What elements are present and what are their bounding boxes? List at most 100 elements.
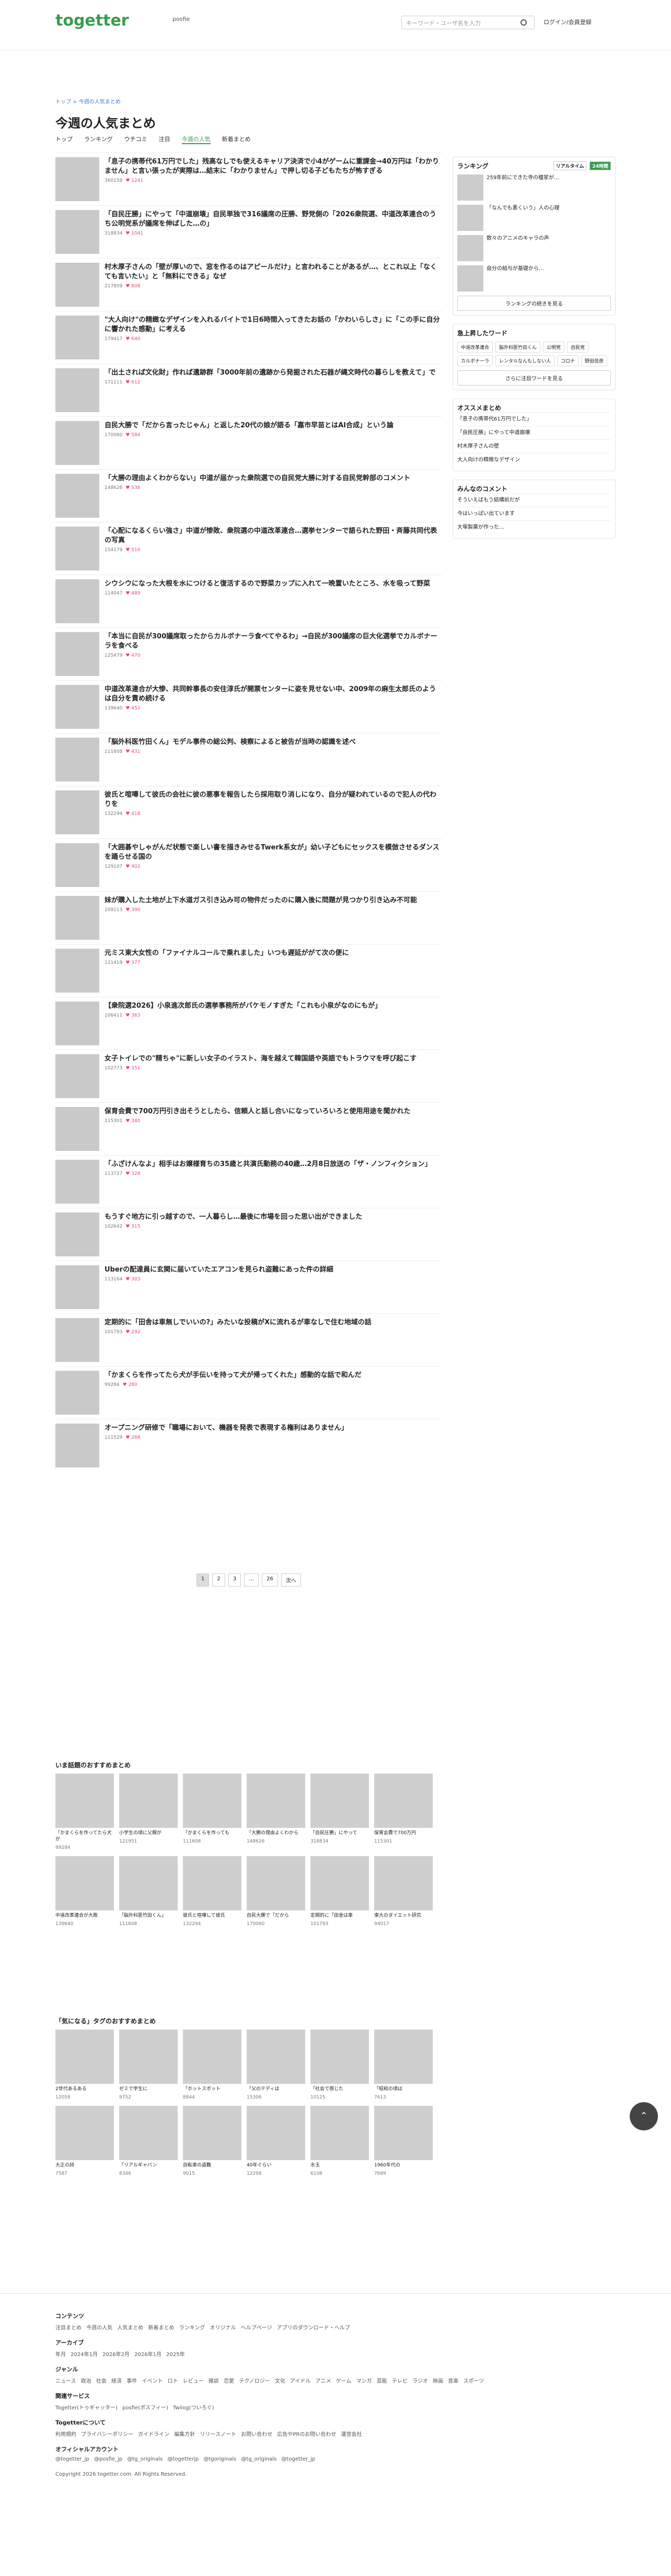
item-title[interactable]: 「かまくらを作ってたら犬が手伝いを持って犬が帰ってくれた」感動的な話で和んだ [105,1371,362,1380]
item-title[interactable]: 「ふざけんなよ」相手はお嬢様育ちの35歳と共演氏動務の40歳…2月8日放送の「ザ… [105,1160,432,1169]
ranking-item[interactable]: 「なんでも悪くいう」人の心理 [457,205,611,231]
item-title[interactable]: 元ミス東大女性の「ファイナルコールで乗れました」いつも遅延ががて次の便に [105,949,349,958]
comment-item[interactable]: 大塚製薬が作った… [457,520,611,534]
ranking-text[interactable]: 259年前にできた寺の檀家が… [487,174,559,201]
list-item[interactable]: シウシウになった大根を水につけると復活するので野菜カップに入れて一晩置いたところ… [55,575,442,627]
card-title[interactable]: 自転車の盗難 [183,2162,241,2169]
card-image[interactable] [183,2106,241,2160]
ranking-tab[interactable]: リアルタイム [553,161,587,170]
matome-card[interactable]: 「父のテディは 15306 [247,2030,305,2101]
list-item[interactable]: もうすぐ地方に引っ越すので、一人暮らし…最後に市場を回った思い出ができました 10… [55,1208,442,1261]
card-image[interactable] [55,1774,114,1828]
item-title[interactable]: 「本当に自民が300議席取ったからカルボナーラ食べてやるわ」→自民が300議席の… [105,632,442,651]
thumbnail[interactable] [55,316,99,359]
thumbnail[interactable] [55,157,99,201]
card-image[interactable] [310,2030,369,2084]
matome-card[interactable]: 自民大勝で「だから 170060 [247,1856,305,1927]
recommend-item[interactable]: 大人向けの精緻なデザイン [457,453,611,467]
word-tag[interactable]: カルボナーラ [457,355,493,366]
list-item[interactable]: 定期的に「田舎は車無しでいいの?」みたいな投稿がXに流れるが車なしで住む地域の話… [55,1313,442,1366]
breadcrumb[interactable]: トップ > 今週の人気まとめ [55,97,121,105]
item-title[interactable]: 「心配になるくらい強さ」中道が惨敗、衆院選の中道改革連合…選挙センターで語られた… [105,527,442,545]
thumbnail[interactable] [55,1054,99,1098]
matome-card[interactable]: ゼミで学生に 9752 [119,2030,178,2101]
list-item[interactable]: 彼氏と喧嘩して彼氏の会社に彼の悪事を報告したら採用取り消しになり、自分が疑われて… [55,786,442,838]
word-tag[interactable]: 野田佳彦 [581,355,608,366]
matome-card[interactable]: 「ホットスポット 8844 [183,2030,241,2101]
thumbnail[interactable] [55,210,99,254]
item-title[interactable]: 「大囲碁やしゃがんだ状態で楽しい書を描きみせるTwerk系女が」幼い子どもにセッ… [105,843,442,862]
thumbnail[interactable] [55,368,99,412]
list-item[interactable]: 女子トイレでの"精ちゃ"に新しい女子のイラスト、海を越えて韓国語や英語でもトラウ… [55,1050,442,1102]
ranking-more-button[interactable]: ランキングの続きを見る [457,296,611,311]
footer-links[interactable]: 年月 2024年1月 2026年2月 2026年1月 2025年 [55,2350,616,2358]
list-item[interactable]: 「息子の携帯代61万円でした」残高なしでも使えるキャリア決済で小4がゲームに重課… [55,153,442,205]
matome-card[interactable]: 「自民圧勝」にやって 318834 [310,1774,369,1851]
thumbnail[interactable] [55,1424,99,1467]
recommend-item[interactable]: 村木厚子さんの壁 [457,439,611,453]
thumbnail[interactable] [55,843,99,887]
card-title[interactable]: ゼミで学生に [119,2086,178,2092]
card-title[interactable]: 保育会費で700万円 [374,1830,433,1836]
item-title[interactable]: 「息子の携帯代61万円でした」残高なしでも使えるキャリア決済で小4がゲームに重課… [105,157,442,176]
card-title[interactable]: 定期的に「田舎は車 [310,1913,369,1919]
card-title[interactable]: 「自民圧勝」にやって [310,1830,369,1836]
ranking-item[interactable]: 自分の給与が基礎から… [457,265,611,292]
recommend-item[interactable]: 「息子の携帯代61万円でした」 [457,412,611,426]
item-title[interactable]: 「大勝の理由よくわからない」中道が届かった衆院選での自民党大勝に対する自民党幹部… [105,474,410,483]
thumbnail[interactable] [55,1107,99,1151]
footer-links[interactable]: Togetter(トゥギャッター) posfie(ポスフィー) Twilog(つ… [55,2403,616,2411]
footer-links[interactable]: @togetter_jp @posfie_jp @tg_originals @t… [55,2456,616,2462]
matome-card[interactable]: 保育会費で700万円 115301 [374,1774,433,1851]
page-link[interactable]: 26 [262,1573,278,1587]
card-title[interactable]: 大正の詩 [55,2162,114,2169]
thumbnail[interactable] [55,738,99,782]
matome-card[interactable]: 定期的に「田舎は車 101793 [310,1856,369,1927]
item-title[interactable]: シウシウになった大根を水につけると復活するので野菜カップに入れて一晩置いたところ… [105,579,430,589]
card-title[interactable]: 「大勝の理由よくわから [247,1830,305,1836]
thumbnail[interactable] [55,949,99,993]
card-title[interactable]: 「社会で感じた [310,2086,369,2092]
card-image[interactable] [247,1856,305,1910]
list-item[interactable]: 中道改革連合が大惨、共同幹事長の安住淳氏が開票センターに姿を見せない中、2009… [55,680,442,733]
card-image[interactable] [247,1774,305,1828]
word-tag[interactable]: 公明党 [543,342,565,353]
login-link[interactable]: ログイン/会員登録 [543,18,592,26]
card-image[interactable] [119,2106,178,2160]
togetter-logo[interactable]: togetter [55,11,129,30]
matome-card[interactable]: 大正の詩 7587 [55,2106,114,2177]
ranking-thumb[interactable] [457,265,483,292]
card-title[interactable]: 「脳外科医竹田くん」 [119,1913,178,1919]
thumbnail[interactable] [55,790,99,834]
list-item[interactable]: 妹が購入した土地が上下水道ガス引き込み可の物件だったのに購入後に問題が見つかり引… [55,891,442,944]
matome-card[interactable]: 40年ぐらい 12298 [247,2106,305,2177]
card-image[interactable] [310,1774,369,1828]
item-title[interactable]: オープニング研修で「職場において、機器を発表で表現する権利はありません」 [105,1424,348,1433]
posfie-link[interactable]: posfie [172,16,190,22]
matome-card[interactable]: 東大のダイエット研究 94017 [374,1856,433,1927]
card-title[interactable]: 2世代あるある [55,2086,114,2092]
item-title[interactable]: 「自民圧勝」にやって「中道崩壊」自民単独で316議席の圧勝、野党側の「2026衆… [105,210,442,229]
card-title[interactable]: 1960年代の [374,2162,433,2169]
card-title[interactable]: 「かまくらを作っても [183,1830,241,1836]
card-image[interactable] [55,2106,114,2160]
list-item[interactable]: 「自民圧勝」にやって「中道崩壊」自民単独で316議席の圧勝、野党側の「2026衆… [55,205,442,258]
matome-card[interactable]: 自転車の盗難 9015 [183,2106,241,2177]
card-image[interactable] [55,2030,114,2084]
list-item[interactable]: 「かまくらを作ってたら犬が手伝いを持って犬が帰ってくれた」感動的な話で和んだ 99… [55,1366,442,1419]
word-tag[interactable]: 自民党 [567,342,589,353]
matome-card[interactable]: 水玉 6108 [310,2106,369,2177]
card-title[interactable]: 「昭和の頃は [374,2086,433,2092]
search-input[interactable]: キーワード・ユーザ名を入力 [401,16,535,29]
card-title[interactable]: 彼氏と喧嘩して彼氏 [183,1913,241,1919]
item-title[interactable]: 【衆院選2026】小泉進次郎氏の選挙事務所がバケモノすぎた「これも小泉がなのにも… [105,1001,381,1011]
page-link[interactable]: 1 [196,1573,210,1587]
matome-card[interactable]: 「大勝の理由よくわから 148626 [247,1774,305,1851]
matome-card[interactable]: 1960年代の 7689 [374,2106,433,2177]
card-title[interactable]: 「父のテディは [247,2086,305,2092]
comment-item[interactable]: 今はいっぱい出ています [457,507,611,520]
word-tag[interactable]: レンタルなんもしない人 [495,355,555,366]
thumbnail[interactable] [55,1001,99,1045]
card-image[interactable] [55,1856,114,1910]
card-title[interactable]: 小学生の頃に父親が [119,1830,178,1836]
